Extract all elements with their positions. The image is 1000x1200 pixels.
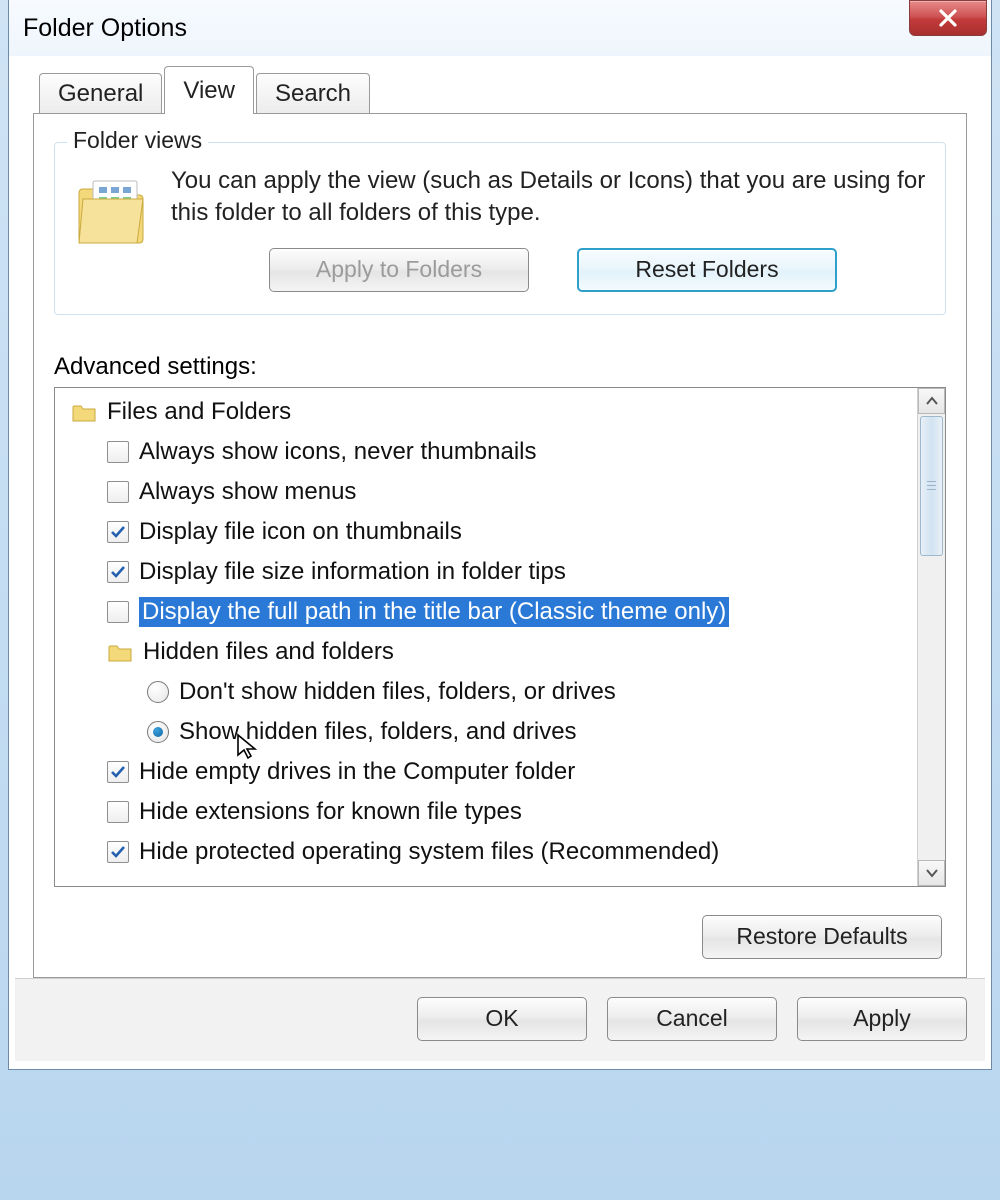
checkbox[interactable] xyxy=(107,481,129,503)
tree-content: Files and Folders Always show icons, nev… xyxy=(55,388,917,886)
advanced-settings-tree[interactable]: Files and Folders Always show icons, nev… xyxy=(54,387,946,887)
radio[interactable] xyxy=(147,721,169,743)
checkbox[interactable] xyxy=(107,561,129,583)
tree-group-label: Hidden files and folders xyxy=(143,638,394,666)
tree-group-label: Files and Folders xyxy=(107,398,291,426)
tab-strip: General View Search xyxy=(15,66,985,113)
tree-item-label: Show hidden files, folders, and drives xyxy=(179,718,577,746)
tree-group-files-folders: Files and Folders xyxy=(65,392,917,432)
close-button[interactable] xyxy=(909,0,987,36)
tree-item[interactable]: Hide protected operating system files (R… xyxy=(65,832,917,872)
dialog-footer: OK Cancel Apply xyxy=(15,978,985,1061)
tree-item-label: Display file icon on thumbnails xyxy=(139,518,462,546)
tab-view[interactable]: View xyxy=(164,66,254,114)
tree-item[interactable]: Display file icon on thumbnails xyxy=(65,512,917,552)
scroll-track[interactable] xyxy=(918,414,945,860)
tree-item[interactable]: Hide extensions for known file types xyxy=(65,792,917,832)
folder-views-text: You can apply the view (such as Details … xyxy=(171,165,927,230)
tree-item-label: Hide empty drives in the Computer folder xyxy=(139,758,575,786)
folder-views-legend: Folder views xyxy=(67,127,208,154)
cancel-button[interactable]: Cancel xyxy=(607,997,777,1041)
tab-general[interactable]: General xyxy=(39,73,162,113)
checkbox[interactable] xyxy=(107,801,129,823)
folder-icon xyxy=(71,399,97,425)
tree-item-label: Hide protected operating system files (R… xyxy=(139,838,719,866)
checkbox[interactable] xyxy=(107,841,129,863)
folder-views-icon xyxy=(73,169,155,251)
advanced-settings-label: Advanced settings: xyxy=(54,353,946,381)
tree-group-hidden: Hidden files and folders xyxy=(65,632,917,672)
reset-folders-button[interactable]: Reset Folders xyxy=(577,248,837,292)
tree-item[interactable]: Hide empty drives in the Computer folder xyxy=(65,752,917,792)
close-icon xyxy=(937,7,959,29)
scrollbar[interactable] xyxy=(917,388,945,886)
tree-item[interactable]: Always show icons, never thumbnails xyxy=(65,432,917,472)
checkbox[interactable] xyxy=(107,601,129,623)
tree-item-label: Always show menus xyxy=(139,478,356,506)
checkbox[interactable] xyxy=(107,521,129,543)
window-title: Folder Options xyxy=(23,14,187,43)
apply-to-folders-button[interactable]: Apply to Folders xyxy=(269,248,529,292)
tree-item[interactable]: Display the full path in the title bar (… xyxy=(65,592,917,632)
folder-options-dialog: Folder Options General View Search Folde… xyxy=(8,0,992,1070)
folder-views-group: Folder views You can apply the xyxy=(54,142,946,315)
apply-button[interactable]: Apply xyxy=(797,997,967,1041)
tree-item[interactable]: Always show menus xyxy=(65,472,917,512)
tree-item-label: Hide extensions for known file types xyxy=(139,798,522,826)
tree-item-label: Always show icons, never thumbnails xyxy=(139,438,537,466)
checkbox[interactable] xyxy=(107,441,129,463)
tree-item[interactable]: Display file size information in folder … xyxy=(65,552,917,592)
chevron-up-icon xyxy=(926,396,938,406)
checkbox[interactable] xyxy=(107,761,129,783)
tab-search[interactable]: Search xyxy=(256,73,370,113)
chevron-down-icon xyxy=(926,868,938,878)
folder-icon xyxy=(107,639,133,665)
tree-item-label: Display the full path in the title bar (… xyxy=(139,597,729,627)
tree-radio-item[interactable]: Show hidden files, folders, and drives xyxy=(65,712,917,752)
tree-item-label: Don't show hidden files, folders, or dri… xyxy=(179,678,616,706)
scroll-down-button[interactable] xyxy=(918,860,945,886)
restore-defaults-button[interactable]: Restore Defaults xyxy=(702,915,942,959)
scroll-thumb[interactable] xyxy=(920,416,943,556)
tree-radio-item[interactable]: Don't show hidden files, folders, or dri… xyxy=(65,672,917,712)
titlebar: Folder Options xyxy=(9,0,991,56)
tab-page-view: Folder views You can apply the xyxy=(33,113,967,978)
tree-item-label: Display file size information in folder … xyxy=(139,558,566,586)
ok-button[interactable]: OK xyxy=(417,997,587,1041)
scroll-up-button[interactable] xyxy=(918,388,945,414)
radio[interactable] xyxy=(147,681,169,703)
